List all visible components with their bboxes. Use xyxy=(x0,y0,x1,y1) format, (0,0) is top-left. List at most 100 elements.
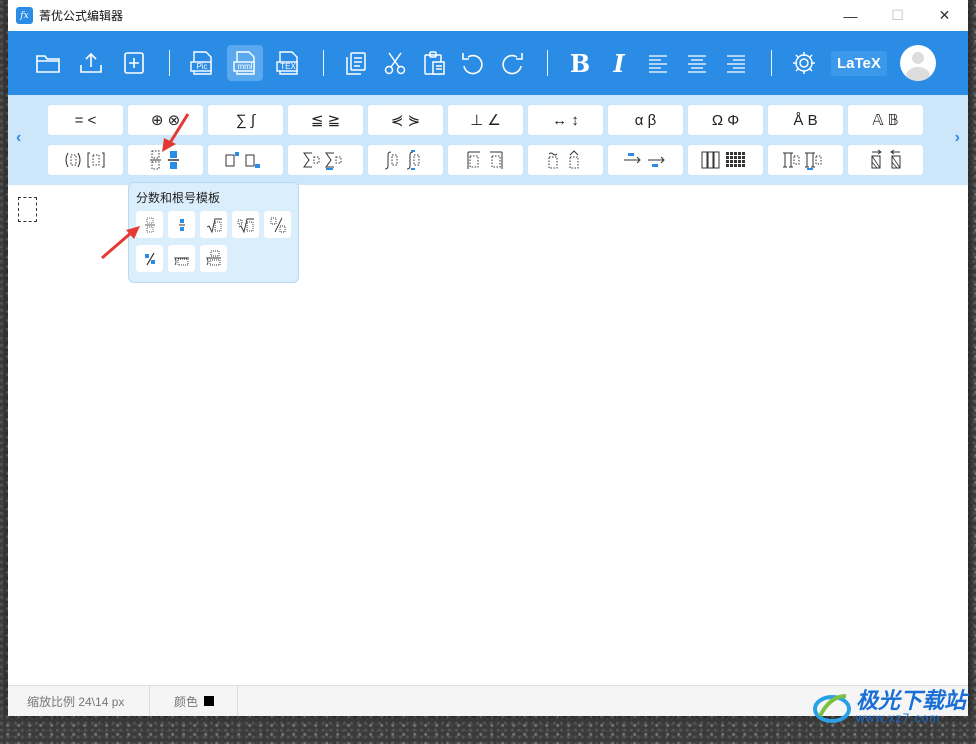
special-letters-button[interactable]: Å B xyxy=(768,105,843,135)
toolbar-separator xyxy=(323,50,324,76)
palette-next-arrow[interactable]: › xyxy=(955,129,960,147)
upload-button[interactable] xyxy=(73,45,109,81)
align-left-button[interactable] xyxy=(640,45,676,81)
toolbar-separator xyxy=(547,50,548,76)
overarrow-template-button[interactable] xyxy=(848,145,923,175)
long-division-icon xyxy=(173,257,189,265)
export-mml-button[interactable]: mml xyxy=(227,45,263,81)
app-window: fx 菁优公式编辑器 — ☐ ✕ Pic mml TEX B I LaTeX ‹… xyxy=(8,0,968,716)
matrix-template-button[interactable] xyxy=(688,145,763,175)
maximize-button[interactable]: ☐ xyxy=(874,0,921,31)
small-slash-fraction-icon xyxy=(144,252,155,265)
italic-button[interactable]: I xyxy=(601,45,637,81)
copy-icon xyxy=(346,52,366,75)
template-long-division[interactable] xyxy=(168,245,195,272)
script-template-button[interactable] xyxy=(208,145,283,175)
sum-template-button[interactable] xyxy=(288,145,363,175)
integral-template-button[interactable] xyxy=(368,145,443,175)
precedes-button[interactable]: ⋞ ⋟ xyxy=(368,105,443,135)
fraction-template-icon xyxy=(149,150,179,170)
export-tex-button[interactable]: TEX xyxy=(270,45,306,81)
palette-row-templates xyxy=(48,145,923,175)
toolbar-separator xyxy=(169,50,170,76)
new-file-icon xyxy=(124,52,144,74)
sum-integral-button[interactable]: ∑ ∫ xyxy=(208,105,283,135)
relations-button[interactable]: = < xyxy=(48,105,123,135)
paste-icon xyxy=(424,51,445,75)
copy-button[interactable] xyxy=(338,45,374,81)
align-center-icon xyxy=(688,55,706,73)
template-slash-fraction[interactable] xyxy=(264,211,291,238)
slash-fraction-icon xyxy=(270,217,285,232)
watermark-name: 极光下载站 xyxy=(855,688,966,713)
upload-icon xyxy=(80,52,102,73)
main-toolbar: Pic mml TEX B I LaTeX xyxy=(8,31,968,95)
inequalities-button[interactable]: ≦ ≧ xyxy=(288,105,363,135)
bold-label: B xyxy=(569,48,591,78)
popup-title: 分数和根号模板 xyxy=(136,191,221,205)
redo-button[interactable] xyxy=(494,45,530,81)
accent-template-icon xyxy=(548,150,578,169)
align-left-icon xyxy=(649,55,667,73)
align-center-button[interactable] xyxy=(679,45,715,81)
arrow-template-button[interactable] xyxy=(608,145,683,175)
nth-root-icon xyxy=(237,218,254,233)
watermark: 极光下载站 www.xz7.com xyxy=(812,690,966,724)
bold-button[interactable]: B xyxy=(562,45,598,81)
palette-row-symbols: = < ⊕ ⊗ ∑ ∫ ≦ ≧ ⋞ ⋟ ⊥ ∠ ↔ ↕ α β Ω Φ Å B … xyxy=(48,105,923,135)
integral-template-icon xyxy=(384,150,419,170)
app-icon: fx xyxy=(16,7,33,24)
export-pic-button[interactable]: Pic xyxy=(184,45,220,81)
palette-prev-arrow[interactable]: ‹ xyxy=(16,129,21,147)
product-template-button[interactable] xyxy=(768,145,843,175)
undo-button[interactable] xyxy=(455,45,491,81)
matrix-template-icon xyxy=(701,151,745,169)
export-tex-label: TEX xyxy=(280,61,296,71)
symbol-palette: ‹ › = < ⊕ ⊗ ∑ ∫ ≦ ≧ ⋞ ⋟ ⊥ ∠ ↔ ↕ α β Ω Φ … xyxy=(8,95,968,185)
toolbar-separator xyxy=(771,50,772,76)
operators-button[interactable]: ⊕ ⊗ xyxy=(128,105,203,135)
fraction-icon xyxy=(144,217,155,232)
greek-lower-button[interactable]: α β xyxy=(608,105,683,135)
division-layout-icon xyxy=(205,250,221,265)
double-struck-button[interactable]: 𝔸 𝔹 xyxy=(848,105,923,135)
template-division-layout[interactable] xyxy=(200,245,227,272)
overarrow-template-icon xyxy=(871,149,900,169)
fraction-template-button[interactable] xyxy=(128,145,203,175)
zoom-status[interactable]: 缩放比例 24\14 px xyxy=(8,686,150,716)
new-file-button[interactable] xyxy=(116,45,152,81)
open-button[interactable] xyxy=(30,45,66,81)
align-right-button[interactable] xyxy=(718,45,754,81)
sum-template-icon xyxy=(302,152,341,170)
export-mml-label: mml xyxy=(237,61,253,71)
greek-upper-button[interactable]: Ω Φ xyxy=(688,105,763,135)
close-button[interactable]: ✕ xyxy=(921,0,968,31)
bar-template-icon xyxy=(467,151,502,169)
cut-button[interactable] xyxy=(377,45,413,81)
user-avatar[interactable] xyxy=(900,45,936,81)
template-small-fraction[interactable] xyxy=(168,211,195,238)
export-pic-label: Pic xyxy=(196,61,208,71)
latex-button[interactable]: LaTeX xyxy=(831,50,887,76)
paste-button[interactable] xyxy=(416,45,452,81)
accent-template-button[interactable] xyxy=(528,145,603,175)
geometry-button[interactable]: ⊥ ∠ xyxy=(448,105,523,135)
template-nth-root[interactable] xyxy=(232,211,259,238)
color-status[interactable]: 颜色 xyxy=(150,686,238,716)
scissors-icon xyxy=(384,52,406,75)
watermark-logo-icon xyxy=(812,694,851,723)
brackets-template-button[interactable] xyxy=(48,145,123,175)
empty-input-placeholder[interactable] xyxy=(18,197,37,222)
brackets-template-icon xyxy=(65,152,104,168)
settings-button[interactable] xyxy=(786,45,822,81)
undo-icon xyxy=(462,53,483,75)
template-square-root[interactable] xyxy=(200,211,227,238)
italic-label: I xyxy=(613,48,625,78)
template-fraction[interactable] xyxy=(136,211,163,238)
small-fraction-icon xyxy=(178,218,185,231)
minimize-button[interactable]: — xyxy=(827,0,874,31)
template-small-slash-fraction[interactable] xyxy=(136,245,163,272)
bar-template-button[interactable] xyxy=(448,145,523,175)
arrows-button[interactable]: ↔ ↕ xyxy=(528,105,603,135)
arrow-template-icon xyxy=(623,153,665,167)
